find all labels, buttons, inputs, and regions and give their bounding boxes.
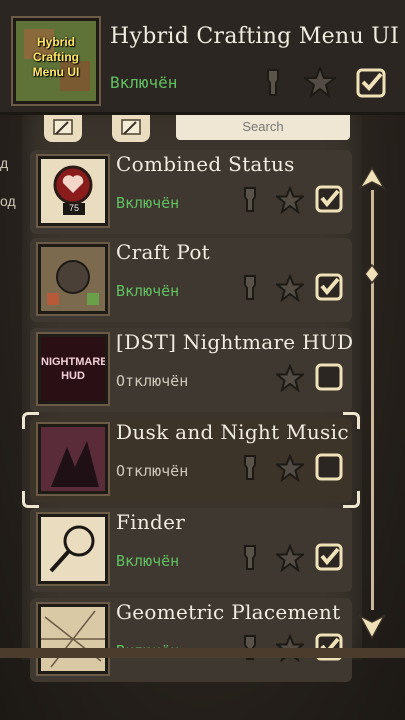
mod-row[interactable]: NIGHTMARE HUD [DST] Nightmare HUD Отключ… [30,328,354,412]
filter-tab-2[interactable] [112,112,150,142]
wrench-icon[interactable] [238,544,262,572]
scroll-up-arrow-icon[interactable] [358,166,386,192]
wrench-icon[interactable] [238,454,262,482]
scroll-down-arrow-icon[interactable] [358,612,386,640]
side-label-2: од [0,193,16,209]
header-mod-thumbnail: Hybrid Crafting Menu UI [13,18,99,104]
tool-icon [53,119,73,135]
mod-row[interactable]: 75 Combined Status Включён [30,150,352,234]
filter-tab-1[interactable] [44,112,82,142]
thumb-text: NIGHTMARE HUD [41,356,108,382]
mod-thumbnail [38,604,108,674]
dusk-art-icon [41,427,105,491]
crock-pot-icon [41,247,105,311]
search-input[interactable] [176,112,350,140]
mod-thumbnail [38,424,108,494]
header-status: Включён [110,73,178,92]
enabled-checkbox-icon[interactable] [314,542,344,572]
mod-status: Включён [116,282,180,300]
mod-row[interactable]: Craft Pot Включён [30,238,352,322]
scroll-thumb-icon[interactable] [364,264,380,284]
enabled-checkbox-icon[interactable] [314,452,344,482]
mod-status: Отключён [116,372,189,390]
scrollbar-track[interactable] [371,190,374,610]
thumb-value-label: 75 [63,203,85,215]
selection-corner [22,491,39,508]
favorite-star-icon[interactable] [276,274,304,302]
grid-map-icon [41,607,105,671]
mod-title: Finder [116,510,186,534]
wrench-icon[interactable] [260,68,286,98]
mod-status: Включён [116,552,180,570]
mod-row[interactable]: Geometric Placement Включён [30,598,352,682]
mod-thumbnail [38,244,108,314]
favorite-star-icon[interactable] [276,186,304,214]
favorite-star-icon[interactable] [304,66,336,98]
favorite-star-icon[interactable] [276,364,304,392]
mod-title: Combined Status [116,152,295,176]
side-label-1: д [0,155,9,171]
magnifier-icon [49,525,95,573]
wrench-icon[interactable] [238,274,262,302]
favorite-star-icon[interactable] [276,454,304,482]
mod-thumbnail [38,514,108,584]
mod-row[interactable]: Dusk and Night Music Отключён [22,412,360,508]
selection-corner [22,412,39,429]
mod-title: Dusk and Night Music [116,420,349,444]
bottom-bar [0,648,405,658]
mod-row[interactable]: Finder Включён [30,508,352,592]
mod-status: Отключён [116,462,189,480]
selection-corner [343,412,360,429]
selected-mod-header: Hybrid Crafting Menu UI Hybrid Crafting … [0,0,405,115]
tool-icon [121,119,141,135]
selection-corner [343,491,360,508]
mod-thumbnail: NIGHTMARE HUD [38,334,108,404]
mod-thumbnail: 75 [38,156,108,226]
mod-title: Geometric Placement [116,600,341,624]
mod-title: Craft Pot [116,240,211,264]
enabled-checkbox-icon[interactable] [314,184,344,214]
header-thumb-text: Hybrid Crafting Menu UI [32,35,80,79]
mod-status: Включён [116,194,180,212]
wrench-icon[interactable] [238,186,262,214]
enabled-checkbox-icon[interactable] [314,362,344,392]
favorite-star-icon[interactable] [276,544,304,572]
header-title: Hybrid Crafting Menu UI [110,24,400,49]
mod-title: [DST] Nightmare HUD [116,330,354,354]
enabled-checkbox-icon[interactable] [314,272,344,302]
enabled-checkbox-icon[interactable] [355,67,387,99]
